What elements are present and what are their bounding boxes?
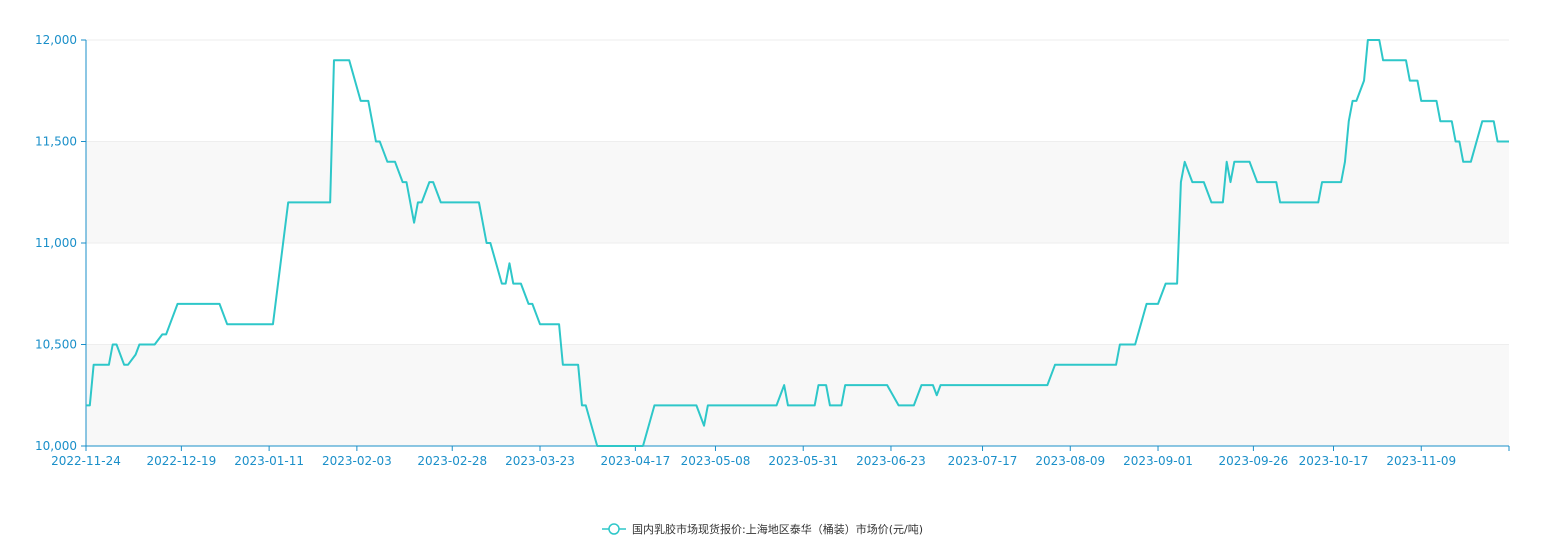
y-tick-label: 10,000: [35, 439, 77, 453]
x-tick-label: 2022-11-24: [51, 454, 121, 468]
legend-circle-marker: [608, 523, 620, 535]
y-tick-label: 10,500: [35, 338, 77, 352]
x-tick-label: 2023-06-23: [856, 454, 926, 468]
legend-label: 国内乳胶市场现货报价:上海地区泰华（桶装）市场价(元/吨): [632, 522, 923, 536]
x-tick-label: 2023-03-23: [505, 454, 575, 468]
x-tick-label: 2023-05-08: [681, 454, 751, 468]
x-tick-label: 2022-12-19: [147, 454, 217, 468]
x-tick-label: 2023-02-28: [417, 454, 487, 468]
x-tick-label: 2023-02-03: [322, 454, 392, 468]
x-tick-label: 2023-04-17: [600, 454, 670, 468]
x-tick-label: 2023-08-09: [1035, 454, 1105, 468]
x-tick-label: 2023-01-11: [234, 454, 304, 468]
x-tick-label: 2023-07-17: [948, 454, 1018, 468]
x-tick-label: 2023-05-31: [768, 454, 838, 468]
x-axis: 2022-11-24 2022-12-19 2023-01-11 2023-02-03…: [51, 445, 1510, 468]
y-tick-label: 11,500: [35, 135, 77, 149]
legend[interactable]: 国内乳胶市场现货报价:上海地区泰华（桶装）市场价(元/吨): [602, 522, 923, 536]
y-axis: 10,000 10,500 11,000 11,500 12,000: [35, 33, 87, 453]
x-tick-label: 2023-11-09: [1386, 454, 1456, 468]
y-band: [86, 344, 1509, 446]
y-tick-label: 11,000: [35, 236, 77, 250]
x-tick-label: 2023-10-17: [1299, 454, 1369, 468]
chart-container: 10,000 10,500 11,000 11,500 12,000 2022-11-2…: [0, 0, 1550, 547]
x-tick-label: 2023-09-01: [1123, 454, 1193, 468]
line-chart: 10,000 10,500 11,000 11,500 12,000 2022-11-2…: [35, 33, 1510, 536]
y-band: [86, 141, 1509, 243]
x-tick-label: 2023-09-26: [1219, 454, 1289, 468]
chart-bands: [86, 141, 1509, 446]
y-tick-label: 12,000: [35, 33, 77, 47]
